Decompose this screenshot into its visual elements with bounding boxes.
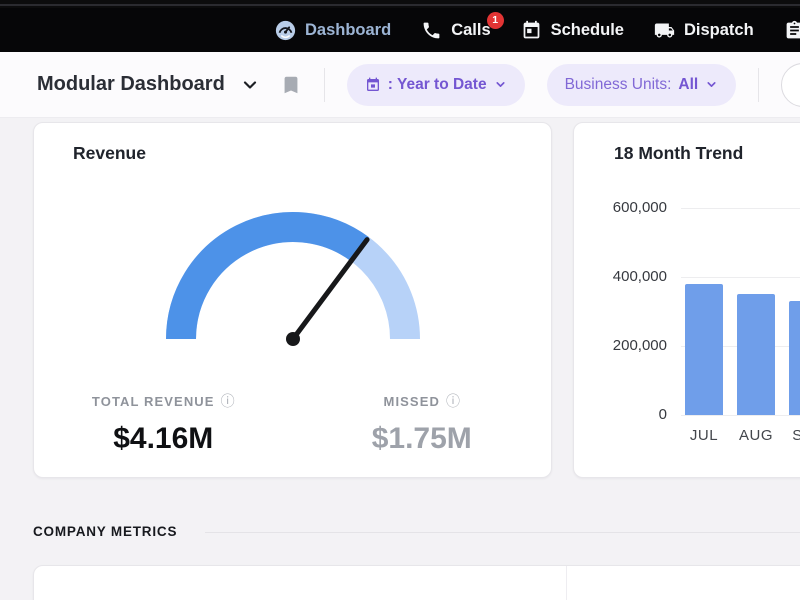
missed-value: $1.75M — [293, 422, 552, 456]
business-units-label: Business Units: — [565, 76, 672, 94]
missed-stat: MISSED ⓘ $1.75M — [293, 391, 552, 456]
app-window: Dashboard Calls 1 Schedule Dispatch — [0, 0, 800, 600]
trend-card: 18 Month Trend 0200,000400,000600,000JUL… — [573, 122, 800, 478]
nav-item-schedule[interactable]: Schedule — [521, 20, 624, 41]
window-top-edge — [0, 0, 800, 8]
dashboard-toolbar: Modular Dashboard : Year to Date Busines… — [0, 52, 800, 118]
bar-aug[interactable] — [737, 294, 775, 415]
date-range-filter-chip[interactable]: : Year to Date — [347, 64, 525, 106]
main-navbar: Dashboard Calls 1 Schedule Dispatch — [0, 8, 800, 52]
nav-label: Schedule — [551, 21, 624, 40]
dashboard-selector[interactable]: Modular Dashboard — [37, 73, 260, 96]
section-rule — [205, 532, 800, 533]
total-revenue-stat: TOTAL REVENUE ⓘ $4.16M — [34, 391, 293, 456]
nav-item-dashboard[interactable]: Dashboard — [275, 20, 391, 41]
company-metrics-header: COMPANY METRICS — [33, 524, 177, 539]
gauge-pivot — [286, 332, 300, 346]
missed-label: MISSED — [384, 394, 440, 409]
nav-label: Calls — [451, 21, 490, 40]
page-title: Modular Dashboard — [37, 73, 225, 96]
total-revenue-label: TOTAL REVENUE — [92, 394, 215, 409]
calls-count-badge: 1 — [487, 12, 504, 29]
calendar-icon — [521, 20, 542, 41]
toolbar-divider — [758, 68, 759, 102]
company-metrics-card — [33, 565, 800, 600]
total-revenue-value: $4.16M — [34, 422, 293, 456]
nav-label: Dashboard — [305, 21, 391, 40]
trend-bar-chart: 0 200,000 400,000 600,000 JUL AUG SEP — [574, 123, 800, 477]
bookmark-icon — [280, 74, 302, 96]
bar-sep[interactable] — [789, 301, 800, 415]
x-axis-tick-label: JUL — [682, 427, 726, 444]
dashboard-gauge-icon — [275, 20, 296, 41]
bar-jul[interactable] — [685, 284, 723, 415]
business-units-filter-chip[interactable]: Business Units: All — [547, 64, 737, 106]
x-axis-tick-label: AUG — [734, 427, 778, 444]
revenue-stats-row: TOTAL REVENUE ⓘ $4.16M MISSED ⓘ $1.75M — [34, 391, 551, 456]
gridline — [681, 208, 800, 209]
truck-icon — [654, 20, 675, 41]
gridline — [681, 415, 800, 416]
date-range-label: : Year to Date — [388, 76, 487, 94]
revenue-card-title: Revenue — [73, 143, 146, 164]
bookmark-button[interactable] — [280, 74, 302, 96]
revenue-gauge-chart — [153, 197, 433, 347]
refresh-button[interactable] — [781, 63, 800, 107]
clipboard-icon — [784, 20, 800, 41]
x-axis-tick-label: SEP — [786, 427, 800, 444]
nav-label: Dispatch — [684, 21, 754, 40]
toolbar-divider — [324, 68, 325, 102]
chevron-down-icon — [240, 75, 260, 95]
y-axis-tick-label: 0 — [574, 406, 667, 423]
y-axis-tick-label: 400,000 — [574, 268, 667, 285]
calendar-icon — [365, 77, 381, 93]
gauge-needle — [293, 240, 367, 339]
gridline — [681, 277, 800, 278]
info-icon[interactable]: ⓘ — [446, 393, 460, 409]
nav-item-calls[interactable]: Calls 1 — [421, 20, 490, 41]
nav-item-clipped[interactable]: A — [784, 20, 800, 41]
info-icon[interactable]: ⓘ — [221, 393, 235, 409]
chevron-down-icon — [705, 78, 718, 91]
y-axis-tick-label: 600,000 — [574, 199, 667, 216]
business-units-value: All — [678, 76, 698, 94]
card-column-divider — [566, 566, 567, 600]
revenue-card: Revenue TOTAL REVENUE ⓘ $4.16M MISSED ⓘ $1… — [33, 122, 552, 478]
nav-item-dispatch[interactable]: Dispatch — [654, 20, 754, 41]
y-axis-tick-label: 200,000 — [574, 337, 667, 354]
chevron-down-icon — [494, 78, 507, 91]
phone-icon — [421, 20, 442, 41]
